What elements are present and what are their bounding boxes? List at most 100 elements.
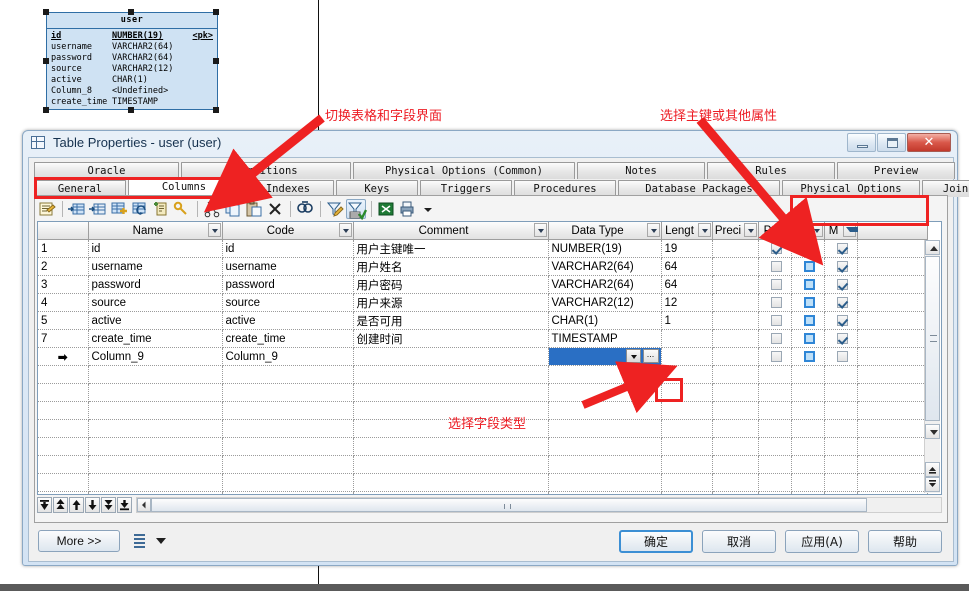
- cell-name[interactable]: username: [88, 257, 223, 276]
- empty-cell[interactable]: [758, 365, 792, 384]
- selection-handle-sw[interactable]: [43, 107, 49, 113]
- empty-cell[interactable]: [758, 437, 792, 456]
- checkbox[interactable]: [770, 278, 782, 290]
- table-row[interactable]: 4 source source 用户来源 VARCHAR2(12) 12: [38, 293, 928, 312]
- next-page-button[interactable]: [101, 497, 116, 513]
- scroll-up-button[interactable]: [925, 240, 940, 255]
- print-icon[interactable]: [397, 199, 417, 219]
- checkbox[interactable]: [836, 260, 848, 272]
- cell-datatype[interactable]: TIMESTAMP: [548, 329, 662, 348]
- empty-cell[interactable]: [857, 401, 928, 420]
- cell-p[interactable]: [758, 239, 792, 258]
- column-header-name[interactable]: Name: [88, 222, 223, 240]
- cell-f[interactable]: [791, 257, 825, 276]
- tab-preview[interactable]: Preview: [837, 162, 955, 179]
- delete-icon[interactable]: [265, 199, 285, 219]
- cell-f[interactable]: [791, 329, 825, 348]
- cell-length[interactable]: [661, 347, 713, 366]
- cell-precision[interactable]: [712, 239, 759, 258]
- empty-cell[interactable]: [548, 437, 662, 456]
- column-header-code[interactable]: Code: [222, 222, 354, 240]
- cell-name[interactable]: active: [88, 311, 223, 330]
- table-row[interactable]: ➡ Column_9 Column_9...: [38, 347, 928, 366]
- cell-comment[interactable]: 用户密码: [353, 275, 549, 294]
- empty-cell[interactable]: [857, 455, 928, 474]
- cell-name[interactable]: password: [88, 275, 223, 294]
- hscroll-thumb[interactable]: [151, 498, 867, 512]
- cell-f[interactable]: [791, 347, 825, 366]
- checkbox[interactable]: [803, 260, 815, 272]
- add-row-icon[interactable]: [88, 199, 108, 219]
- more-button[interactable]: More >>: [38, 530, 120, 552]
- selection-handle-n[interactable]: [128, 9, 134, 15]
- empty-cell[interactable]: [758, 455, 792, 474]
- cell-m[interactable]: [824, 239, 858, 258]
- checkbox[interactable]: [803, 314, 815, 326]
- row-indicator[interactable]: 5: [38, 311, 89, 330]
- empty-cell[interactable]: [88, 437, 223, 456]
- empty-cell[interactable]: [857, 383, 928, 402]
- checkbox[interactable]: [836, 332, 848, 344]
- row-indicator[interactable]: 4: [38, 293, 89, 312]
- export-excel-icon[interactable]: [376, 199, 396, 219]
- empty-cell[interactable]: [791, 401, 825, 420]
- checkbox[interactable]: [836, 278, 848, 290]
- empty-cell[interactable]: [824, 383, 858, 402]
- prev-page-button[interactable]: [53, 497, 68, 513]
- chevron-down-icon[interactable]: [338, 223, 352, 237]
- empty-cell[interactable]: [712, 491, 759, 494]
- cell-tail[interactable]: [857, 329, 928, 348]
- report-dropdown-icon[interactable]: [156, 538, 166, 544]
- empty-cell[interactable]: [758, 473, 792, 492]
- replace-table-icon[interactable]: [130, 199, 150, 219]
- cell-comment[interactable]: 是否可用: [353, 311, 549, 330]
- report-icon[interactable]: [132, 533, 147, 549]
- cell-comment[interactable]: [353, 347, 549, 366]
- empty-cell[interactable]: [548, 401, 662, 420]
- empty-cell[interactable]: [548, 383, 662, 402]
- row-indicator[interactable]: 2: [38, 257, 89, 276]
- cell-precision[interactable]: [712, 257, 759, 276]
- empty-cell[interactable]: [758, 491, 792, 494]
- empty-cell[interactable]: [791, 365, 825, 384]
- empty-cell[interactable]: [222, 491, 354, 494]
- empty-cell[interactable]: [758, 419, 792, 438]
- cell-datatype[interactable]: VARCHAR2(12): [548, 293, 662, 312]
- filter-apply-icon[interactable]: [346, 199, 368, 221]
- empty-cell[interactable]: [758, 401, 792, 420]
- selection-handle-ne[interactable]: [213, 9, 219, 15]
- cell-f[interactable]: [791, 239, 825, 258]
- empty-cell[interactable]: [857, 491, 928, 494]
- chevron-down-icon[interactable]: [207, 223, 221, 237]
- chevron-down-icon[interactable]: [743, 223, 757, 237]
- empty-cell[interactable]: [38, 419, 89, 438]
- filter-edit-icon[interactable]: [325, 199, 345, 219]
- cell-code[interactable]: username: [222, 257, 354, 276]
- cell-f[interactable]: [791, 275, 825, 294]
- cell-precision[interactable]: [712, 329, 759, 348]
- row-indicator[interactable]: ➡: [38, 347, 89, 366]
- cell-p[interactable]: [758, 257, 792, 276]
- er-entity-user[interactable]: user id NUMBER(19) <pk> username VARCHAR2(6…: [46, 12, 218, 110]
- checkbox[interactable]: [770, 242, 782, 254]
- empty-cell[interactable]: [88, 383, 223, 402]
- empty-cell[interactable]: [548, 419, 662, 438]
- empty-cell[interactable]: [712, 365, 759, 384]
- cell-name[interactable]: source: [88, 293, 223, 312]
- cell-precision[interactable]: [712, 347, 759, 366]
- cell-code[interactable]: source: [222, 293, 354, 312]
- cell-comment[interactable]: 用户姓名: [353, 257, 549, 276]
- empty-cell[interactable]: [38, 473, 89, 492]
- cell-f[interactable]: [791, 311, 825, 330]
- empty-cell[interactable]: [824, 455, 858, 474]
- table-row[interactable]: 2 username username 用户姓名 VARCHAR2(64) 64: [38, 257, 928, 276]
- empty-cell[interactable]: [38, 401, 89, 420]
- find-icon[interactable]: [295, 199, 315, 219]
- checkbox[interactable]: [836, 296, 848, 308]
- cell-m[interactable]: [824, 347, 858, 366]
- ellipsis-button[interactable]: ...: [642, 349, 659, 363]
- cell-tail[interactable]: [857, 239, 928, 258]
- chevron-down-icon[interactable]: [625, 349, 641, 363]
- empty-cell[interactable]: [712, 401, 759, 420]
- empty-cell[interactable]: [661, 437, 713, 456]
